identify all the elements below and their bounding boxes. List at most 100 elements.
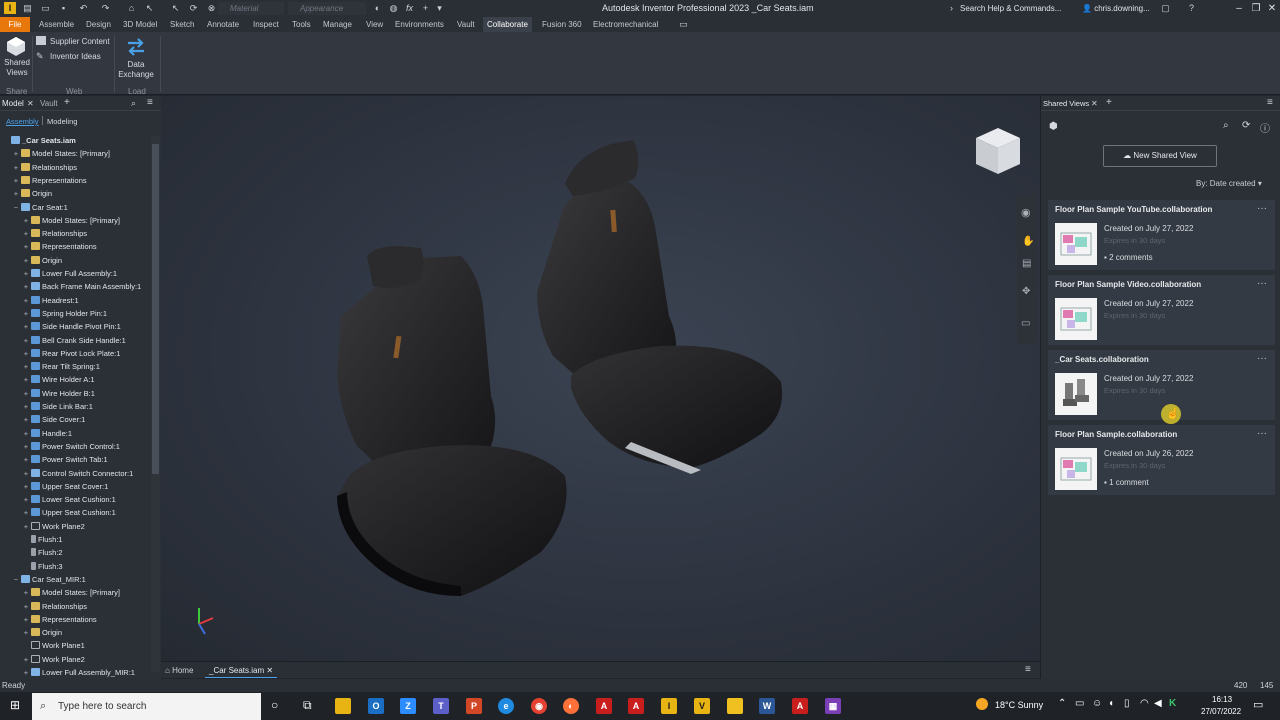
expand-icon[interactable]: + [22, 440, 30, 453]
expand-icon[interactable]: + [12, 161, 20, 174]
network-icon[interactable]: ▭ [1075, 698, 1084, 709]
add-panel-tab-icon[interactable]: + [1106, 97, 1112, 108]
tab-vault-browser[interactable]: Vault [40, 99, 58, 108]
expand-icon[interactable]: + [22, 413, 30, 426]
tree-node[interactable]: + Side Cover:1 [22, 413, 85, 426]
expand-icon[interactable]: + [22, 666, 30, 679]
add-icon[interactable]: + [420, 3, 431, 14]
material-select[interactable]: Material [218, 2, 284, 15]
tree-node[interactable]: Flush:3 [22, 560, 63, 573]
tree-node[interactable]: _Car Seats.iam [2, 134, 76, 147]
graphics-viewport[interactable]: ◉ ✋ ▤ ✥ ▭ [161, 96, 1040, 661]
tree-node[interactable]: Flush:2 [22, 546, 63, 559]
tree-node[interactable]: + Representations [22, 613, 97, 626]
tree-node[interactable]: + Origin [22, 254, 62, 267]
tray-chevron-icon[interactable]: ⌃ [1058, 698, 1066, 709]
car-seats-model[interactable] [161, 96, 1040, 661]
tree-node[interactable]: + Lower Full Assembly:1 [22, 267, 117, 280]
clock-date[interactable]: 27/07/2022 [1201, 707, 1241, 716]
expand-icon[interactable]: + [22, 453, 30, 466]
tree-node[interactable]: + Upper Seat Cover:1 [22, 480, 108, 493]
cart-icon[interactable]: ▢ [1160, 3, 1171, 14]
car-seat-right[interactable] [537, 140, 783, 474]
notifications-icon[interactable]: ▭ [1253, 698, 1263, 711]
volume-icon[interactable]: ◀ [1154, 698, 1162, 709]
windows-start-icon[interactable]: ⊞ [10, 698, 20, 712]
expand-icon[interactable]: + [12, 174, 20, 187]
expand-icon[interactable]: + [12, 187, 20, 200]
tab-model[interactable]: Model [2, 99, 24, 108]
redo-icon[interactable]: ↷ [100, 3, 111, 14]
firefox-icon[interactable]: ◐ [563, 698, 579, 714]
expand-icon[interactable]: + [22, 240, 30, 253]
tree-node[interactable]: + Upper Seat Cushion:1 [22, 506, 116, 519]
tab-file[interactable]: File [0, 17, 30, 32]
search-icon[interactable]: ⌕ [131, 98, 136, 109]
tree-node[interactable]: + Rear Tilt Spring:1 [22, 360, 100, 373]
battery-icon[interactable]: ▯ [1124, 698, 1130, 709]
tree-node[interactable]: + Back Frame Main Assembly:1 [22, 280, 141, 293]
tree-node[interactable]: + Wire Holder B:1 [22, 387, 95, 400]
tree-node[interactable]: + Rear Pivot Lock Plate:1 [22, 347, 120, 360]
more-options-icon[interactable]: ··· [1257, 353, 1267, 364]
sticky-notes-icon[interactable] [727, 698, 743, 714]
tree-node[interactable]: + Bell Crank Side Handle:1 [22, 334, 126, 347]
tab-design[interactable]: Design [82, 17, 115, 32]
expand-icon[interactable]: + [22, 626, 30, 639]
tree-node[interactable]: − Car Seat:1 [12, 201, 68, 214]
expand-icon[interactable]: + [22, 653, 30, 666]
close-icon[interactable]: ✕ [1265, 2, 1279, 15]
zoom-app-icon[interactable]: Z [400, 698, 416, 714]
search-views-icon[interactable]: ⌕ [1223, 120, 1229, 131]
scrollbar-thumb[interactable] [152, 144, 159, 474]
autocad-3-icon[interactable]: A [792, 698, 808, 714]
chrome-icon[interactable]: ◉ [531, 698, 547, 714]
k-app-icon[interactable]: K [1169, 698, 1176, 709]
tree-node[interactable]: + Lower Full Assembly_MIR:1 [22, 666, 135, 679]
collapse-icon[interactable]: − [12, 201, 20, 214]
orbit-icon[interactable]: ✥ [1022, 286, 1030, 297]
expand-icon[interactable]: + [22, 334, 30, 347]
tab-electromechanical[interactable]: Electromechanical [589, 17, 662, 32]
tab-sketch[interactable]: Sketch [166, 17, 198, 32]
assembly-mode-tab[interactable]: Assembly [6, 117, 39, 126]
clock-time[interactable]: 16:13 [1212, 695, 1232, 704]
shared-views-button[interactable]: Shared Views [4, 36, 30, 84]
tree-node[interactable]: + Work Plane2 [22, 520, 85, 533]
tree-node[interactable]: + Representations [22, 240, 97, 253]
customize-icon[interactable]: ▾ [434, 3, 445, 14]
expand-icon[interactable]: + [22, 347, 30, 360]
save-icon[interactable]: ▪ [58, 3, 69, 14]
inventor-logo-icon[interactable]: I [4, 2, 16, 14]
tree-node[interactable]: + Model States: [Primary] [12, 147, 110, 160]
tree-node[interactable]: + Representations [12, 174, 87, 187]
menu-icon[interactable]: ≡ [147, 97, 153, 108]
people-icon[interactable]: ☺ [1092, 698, 1102, 709]
tree-node[interactable]: + Lower Seat Cushion:1 [22, 493, 116, 506]
minimize-icon[interactable]: – [1232, 2, 1246, 15]
tree-node[interactable]: + Power Switch Tab:1 [22, 453, 108, 466]
expand-icon[interactable]: + [12, 147, 20, 160]
weather-text[interactable]: 18°C Sunny [995, 700, 1043, 710]
tab-annotate[interactable]: Annotate [203, 17, 243, 32]
tab-assemble[interactable]: Assemble [35, 17, 78, 32]
home-icon[interactable]: ⌂ [126, 3, 137, 14]
tab-manage[interactable]: Manage [319, 17, 356, 32]
refresh-icon[interactable]: ⟳ [1242, 120, 1250, 131]
expand-icon[interactable]: + [22, 600, 30, 613]
undo-icon[interactable]: ↶ [78, 3, 89, 14]
shared-view-card[interactable]: Floor Plan Sample Video.collaboration ···… [1048, 275, 1275, 345]
tab-environments[interactable]: Environments [391, 17, 448, 32]
tab-fusion-360[interactable]: Fusion 360 [538, 17, 586, 32]
more-options-icon[interactable]: ··· [1257, 428, 1267, 439]
expand-icon[interactable]: + [22, 320, 30, 333]
parameters-icon[interactable]: fx [404, 3, 415, 14]
expand-icon[interactable]: + [22, 613, 30, 626]
tree-node[interactable]: + Handle:1 [22, 427, 72, 440]
tab-home[interactable]: ⌂ Home [165, 664, 193, 677]
car-seat-left[interactable] [337, 246, 567, 596]
close-doc-tab-icon[interactable]: ✕ [266, 666, 273, 675]
appearance-select[interactable]: Appearance [288, 2, 366, 15]
tab-tools[interactable]: Tools [288, 17, 315, 32]
update-icon[interactable]: ⟳ [188, 3, 199, 14]
